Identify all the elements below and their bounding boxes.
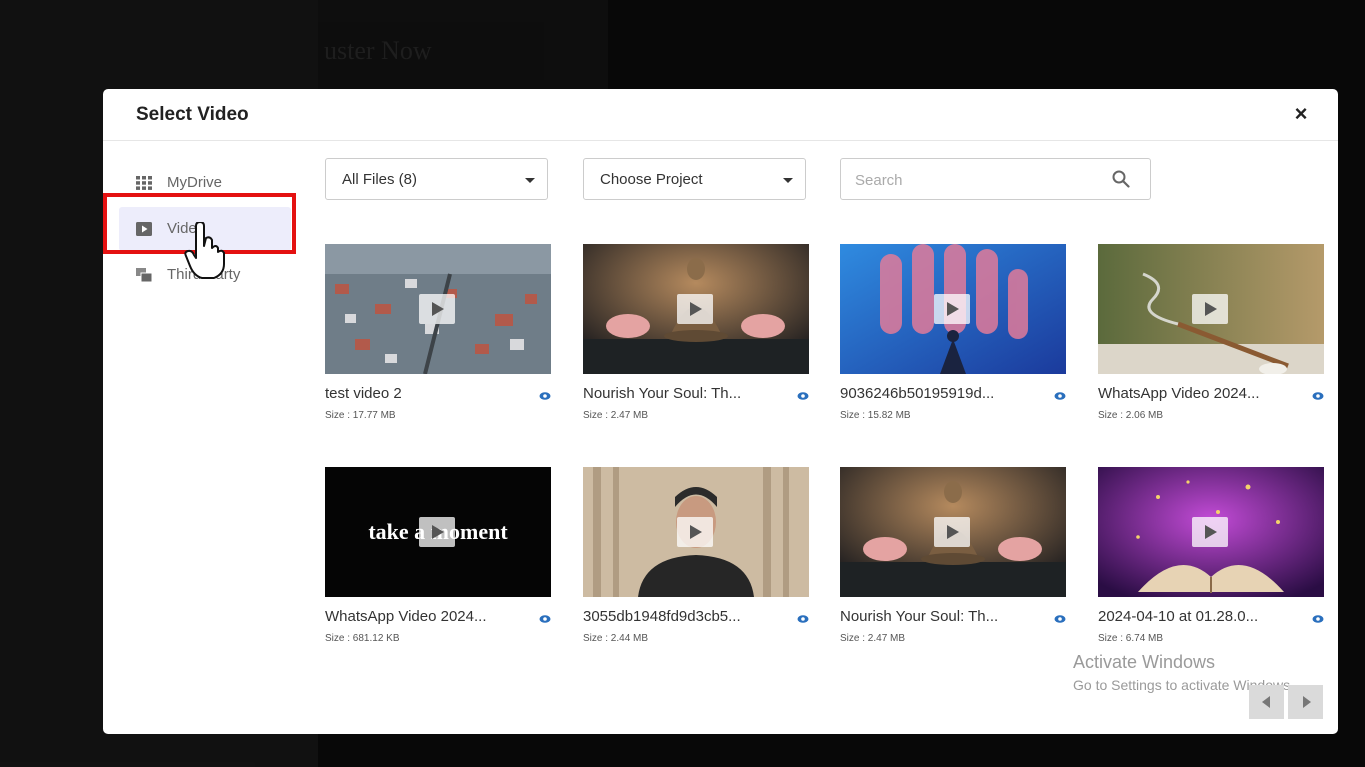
activate-windows-title: Activate Windows [1073,652,1216,672]
video-size: Size : 681.12 KB [325,633,400,644]
dropdown-value: Choose Project [600,171,703,188]
search-icon[interactable] [1112,170,1130,188]
video-size: Size : 17.77 MB [325,410,396,421]
caret-down-icon [525,178,535,183]
video-thumbnail[interactable]: take a moment [325,467,551,597]
play-icon[interactable] [677,517,713,547]
eye-icon[interactable] [1312,391,1324,401]
video-size: Size : 15.82 MB [840,410,911,421]
play-icon[interactable] [934,294,970,324]
video-size: Size : 6.74 MB [1098,633,1164,644]
play-icon[interactable] [419,294,455,324]
eye-icon[interactable] [1312,614,1324,624]
video-size: Size : 2.47 MB [840,633,906,644]
video-thumbnail[interactable] [583,467,809,597]
modal-title: Select Video [136,104,249,125]
sidebar-item-label: MyDrive [167,174,222,191]
modal-header: Select Video × [103,89,1338,141]
select-video-modal: Select Video × MyDrive Video Third Party… [103,89,1338,734]
eye-icon[interactable] [797,391,809,401]
video-thumbnail[interactable] [840,244,1066,374]
next-page-button[interactable] [1288,685,1323,719]
close-button[interactable]: × [1290,103,1312,125]
caret-down-icon [783,178,793,183]
eye-icon[interactable] [539,391,551,401]
eye-icon[interactable] [1054,614,1066,624]
choose-project-dropdown[interactable]: Choose Project [583,158,806,200]
video-size: Size : 2.06 MB [1098,410,1164,421]
video-thumbnail[interactable] [325,244,551,374]
play-icon[interactable] [677,294,713,324]
video-thumbnail[interactable] [1098,467,1324,597]
play-icon[interactable] [934,517,970,547]
video-size: Size : 2.47 MB [583,410,649,421]
search-input[interactable] [853,167,1107,193]
video-name: test video 2 [325,385,402,402]
play-icon[interactable] [1192,294,1228,324]
video-thumbnail[interactable] [840,467,1066,597]
video-name: WhatsApp Video 2024... [325,608,487,625]
dropdown-value: All Files (8) [342,171,418,188]
video-name: 2024-04-10 at 01.28.0... [1098,608,1259,625]
eye-icon[interactable] [797,614,809,624]
video-size: Size : 2.44 MB [583,633,649,644]
video-thumbnail[interactable] [583,244,809,374]
eye-icon[interactable] [539,614,551,624]
search-box [840,158,1151,200]
eye-icon[interactable] [1054,391,1066,401]
hand-cursor-icon [184,222,225,279]
play-icon[interactable] [419,517,455,547]
video-name: Nourish Your Soul: Th... [583,385,742,402]
video-name: 3055db1948fd9d3cb5... [583,608,741,625]
video-name: WhatsApp Video 2024... [1098,385,1260,402]
play-icon[interactable] [1192,517,1228,547]
all-files-dropdown[interactable]: All Files (8) [325,158,548,200]
video-name: 9036246b50195919d... [840,385,995,402]
video-name: Nourish Your Soul: Th... [840,608,999,625]
grid-icon [136,176,152,190]
third-party-icon [136,268,152,282]
video-thumbnail[interactable] [1098,244,1324,374]
prev-page-button[interactable] [1249,685,1284,719]
